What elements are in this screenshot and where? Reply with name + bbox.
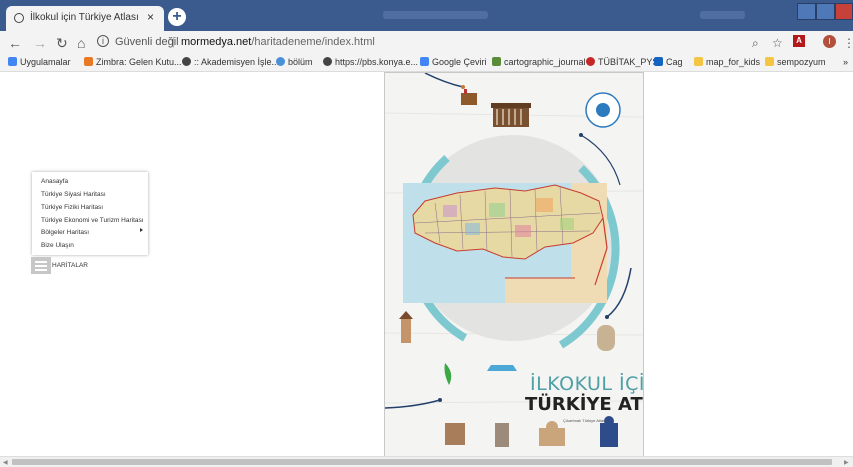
- forward-arrow-icon[interactable]: →: [33, 35, 47, 51]
- home-icon[interactable]: ⌂: [77, 35, 85, 51]
- url-text[interactable]: mormedya.net/haritadeneme/index.html: [181, 36, 375, 48]
- bookmark-zimbra[interactable]: Zimbra: Gelen Kutu...: [84, 57, 182, 67]
- bookmark-cartographic-journal[interactable]: cartographic_journal: [492, 57, 586, 67]
- maximize-button[interactable]: [816, 3, 835, 20]
- translate-icon: [420, 57, 429, 66]
- bookmark-cag[interactable]: Cag: [654, 57, 683, 67]
- blurred-user-text: [700, 11, 745, 19]
- window-titlebar: İlkokul için Türkiye Atlası × +: [0, 0, 853, 31]
- globe-icon: [14, 13, 24, 23]
- new-tab-button[interactable]: +: [168, 8, 186, 26]
- bookmark-akademisyen[interactable]: :: Akademisyen İşle...: [182, 57, 279, 67]
- horizontal-scrollbar[interactable]: ◀ ▶: [0, 456, 853, 467]
- cover-title-line2: TÜRKİYE ATLASI: [525, 394, 643, 415]
- bookmark-map-for-kids[interactable]: map_for_kids: [694, 57, 760, 67]
- folder-icon: [765, 57, 774, 66]
- bookmark-label: cartographic_journal: [504, 57, 586, 67]
- blurred-window-text: [383, 11, 488, 19]
- bookmark-label: :: Akademisyen İşle...: [194, 57, 280, 67]
- menu-item-fiziki[interactable]: Türkiye Fiziki Haritası: [41, 204, 103, 211]
- bookmark-label: https://pbs.konya.e...: [335, 57, 419, 67]
- scroll-right-arrow-icon[interactable]: ▶: [844, 459, 849, 466]
- bookmark-sempozyum[interactable]: sempozyum: [765, 57, 826, 67]
- kebab-menu-icon[interactable]: ⋮: [843, 36, 853, 50]
- address-bar[interactable]: i Güvenli değil | mormedya.net/haritaden…: [97, 34, 787, 52]
- tab-close-button[interactable]: ×: [147, 10, 154, 24]
- browser-toolbar: ← → ↻ ⌂ i Güvenli değil | mormedya.net/h…: [0, 31, 853, 55]
- folder-icon: [694, 57, 703, 66]
- close-window-button[interactable]: [835, 3, 853, 20]
- atlas-cover-image: İLKOKUL İÇİN TÜRKİYE ATLASI Çıkartmalı T…: [384, 72, 644, 458]
- bookmark-label: Uygulamalar: [20, 57, 71, 67]
- bookmark-label: map_for_kids: [706, 57, 761, 67]
- bookmark-google-ceviri[interactable]: Google Çeviri: [420, 57, 487, 67]
- bookmark-label: Cag: [666, 57, 683, 67]
- menu-item-anasayfa[interactable]: Anasayfa: [41, 178, 68, 185]
- bookmarks-overflow-button[interactable]: »: [843, 57, 848, 67]
- cover-subtitle: Çıkartmalı Türkiye Atlası: [563, 418, 607, 423]
- reload-icon[interactable]: ↻: [56, 35, 68, 51]
- submenu-arrow-icon: [140, 228, 143, 232]
- bookmark-tubitak[interactable]: TÜBİTAK_PYS: [586, 57, 658, 67]
- bookmark-apps[interactable]: Uygulamalar: [8, 57, 71, 67]
- maps-dropdown-menu: Anasayfa Türkiye Siyasi Haritası Türkiye…: [32, 172, 148, 255]
- back-arrow-icon[interactable]: ←: [8, 35, 22, 51]
- menu-item-ekonomi[interactable]: Türkiye Ekonomi ve Turizm Haritası: [41, 217, 144, 224]
- hamburger-label[interactable]: HARİTALAR: [52, 262, 88, 269]
- address-separator: |: [172, 36, 175, 48]
- bookmark-star-icon[interactable]: ☆: [772, 36, 783, 50]
- tab-title: İlkokul için Türkiye Atlası: [30, 12, 139, 23]
- menu-item-siyasi[interactable]: Türkiye Siyasi Haritası: [41, 191, 106, 198]
- hamburger-menu-icon[interactable]: [31, 257, 51, 274]
- bookmark-pbs[interactable]: https://pbs.konya.e...: [323, 57, 418, 67]
- minimize-button[interactable]: [797, 3, 816, 20]
- bookmark-label: bölüm: [288, 57, 313, 67]
- tubitak-icon: [586, 57, 595, 66]
- bookmarks-bar: Uygulamalar Zimbra: Gelen Kutu... :: Aka…: [0, 55, 853, 72]
- bookmark-label: Google Çeviri: [432, 57, 487, 67]
- security-label: Güvenli değil: [115, 36, 179, 48]
- scrollbar-thumb[interactable]: [12, 459, 832, 465]
- bookmark-label: sempozyum: [777, 57, 826, 67]
- site-icon: [276, 57, 285, 66]
- url-host: mormedya.net: [181, 36, 252, 48]
- menu-item-bolgeler[interactable]: Bölgeler Haritası: [41, 229, 89, 236]
- menu-item-bize-ulasin[interactable]: Bize Ulaşın: [41, 242, 74, 249]
- bookmark-bolum[interactable]: bölüm: [276, 57, 313, 67]
- journal-icon: [492, 57, 501, 66]
- cag-icon: [654, 57, 663, 66]
- bookmark-label: Zimbra: Gelen Kutu...: [96, 57, 182, 67]
- globe-icon: [323, 57, 332, 66]
- zoom-search-icon[interactable]: ⌕: [752, 36, 759, 51]
- url-path: /haritadeneme/index.html: [251, 36, 375, 48]
- info-icon[interactable]: i: [97, 35, 109, 47]
- profile-avatar[interactable]: I: [823, 35, 836, 48]
- globe-icon: [182, 57, 191, 66]
- zimbra-icon: [84, 57, 93, 66]
- pdf-extension-icon[interactable]: A: [793, 35, 805, 47]
- scroll-left-arrow-icon[interactable]: ◀: [3, 459, 8, 466]
- bookmark-label: TÜBİTAK_PYS: [598, 57, 659, 67]
- browser-tab[interactable]: İlkokul için Türkiye Atlası ×: [6, 6, 164, 31]
- apps-grid-icon: [8, 57, 17, 66]
- cover-title-line1: İLKOKUL İÇİN: [530, 373, 643, 395]
